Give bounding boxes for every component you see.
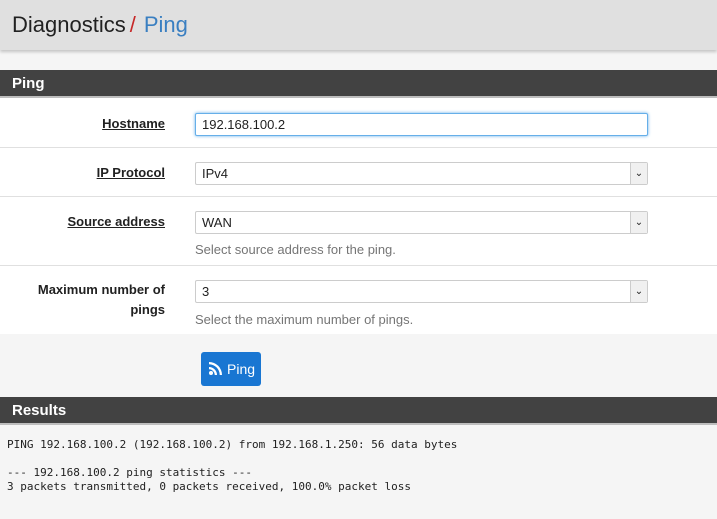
ping-button-label: Ping (227, 361, 256, 377)
hostname-input[interactable]: 192.168.100.2 (195, 113, 648, 136)
chevron-down-icon: ⌄ (630, 281, 647, 302)
hostname-label: Hostname (102, 116, 165, 131)
panel-heading-ping: Ping (0, 70, 717, 98)
breadcrumb-section[interactable]: Diagnostics (12, 12, 126, 37)
rss-icon (209, 362, 222, 375)
breadcrumb-current[interactable]: Ping (144, 12, 188, 37)
results-output: PING 192.168.100.2 (192.168.100.2) from … (0, 426, 717, 519)
source-address-select[interactable]: WAN ⌄ (195, 211, 648, 234)
breadcrumb: Diagnostics / Ping (0, 0, 717, 50)
source-address-help: Select source address for the ping. (195, 242, 396, 257)
max-pings-label: Maximum number of pings (37, 282, 165, 317)
source-address-row: Source address WAN ⌄ Select source addres… (0, 197, 717, 266)
ip-protocol-row: IP Protocol IPv4 ⌄ (0, 148, 717, 197)
ping-form: Hostname 192.168.100.2 IP Protocol IPv4 ⌄… (0, 98, 717, 334)
ip-protocol-label: IP Protocol (96, 165, 165, 180)
source-address-value: WAN (202, 215, 232, 230)
chevron-down-icon: ⌄ (630, 163, 647, 184)
ip-protocol-value: IPv4 (202, 166, 229, 181)
chevron-down-icon: ⌄ (630, 212, 647, 233)
ping-button[interactable]: Ping (201, 352, 261, 386)
max-pings-select[interactable]: 3 ⌄ (195, 280, 648, 303)
max-pings-help: Select the maximum number of pings. (195, 312, 414, 327)
panel-heading-results: Results (0, 397, 717, 425)
hostname-row: Hostname 192.168.100.2 (0, 98, 717, 148)
max-pings-row: Maximum number of pings 3 ⌄ Select the ma… (0, 266, 717, 334)
breadcrumb-separator: / (129, 12, 136, 37)
max-pings-value: 3 (202, 284, 210, 299)
source-address-label: Source address (67, 214, 165, 229)
ip-protocol-select[interactable]: IPv4 ⌄ (195, 162, 648, 185)
